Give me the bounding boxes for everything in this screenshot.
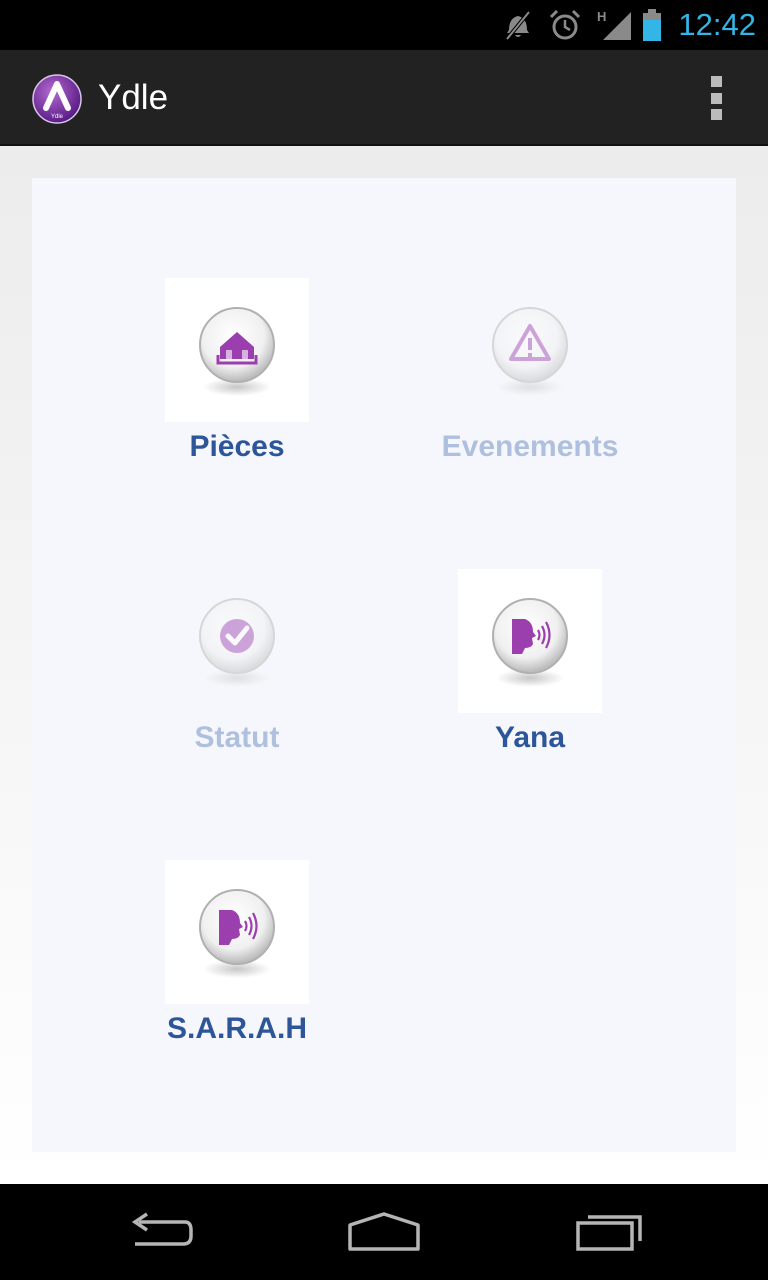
logo-text: Ydle — [51, 114, 64, 120]
menu-item-statut[interactable]: Statut — [127, 569, 347, 769]
menu-item-icon-box — [165, 569, 309, 713]
speaking-head-icon — [199, 889, 275, 978]
battery-icon — [638, 0, 666, 50]
menu-item-sarah[interactable]: S.A.R.A.H — [127, 860, 347, 1060]
menu-item-label: Pièces — [189, 430, 285, 463]
mute-icon — [500, 0, 536, 50]
speaking-head-icon — [492, 598, 568, 687]
menu-item-icon-box — [458, 569, 602, 713]
network-type-label: H — [597, 9, 606, 24]
navigation-bar — [0, 1184, 768, 1280]
back-icon[interactable] — [100, 1202, 220, 1262]
ydle-logo-icon[interactable]: Ydle — [32, 74, 82, 124]
menu-panel: Pièces Evenements Statut Yana S.A.R.A.H — [32, 178, 736, 1152]
menu-item-label: Statut — [194, 721, 280, 754]
main-content: Pièces Evenements Statut Yana S.A.R.A.H — [0, 146, 768, 1184]
status-bar: H 12:42 — [0, 0, 768, 50]
menu-item-evenements[interactable]: Evenements — [420, 278, 640, 478]
warning-icon — [492, 307, 568, 396]
home-icon[interactable] — [324, 1202, 444, 1262]
menu-item-label: Yana — [494, 721, 566, 754]
menu-item-yana[interactable]: Yana — [420, 569, 640, 769]
menu-item-pieces[interactable]: Pièces — [127, 278, 347, 478]
recent-apps-icon[interactable] — [550, 1202, 670, 1262]
signal-icon: H — [594, 0, 634, 50]
alarm-icon — [546, 0, 584, 50]
overflow-menu-icon[interactable] — [704, 76, 728, 120]
menu-item-icon-box — [458, 278, 602, 422]
menu-item-label: S.A.R.A.H — [166, 1012, 307, 1045]
house-icon — [199, 307, 275, 396]
menu-item-icon-box — [165, 860, 309, 1004]
menu-item-icon-box — [165, 278, 309, 422]
status-time: 12:42 — [678, 7, 756, 42]
menu-item-label: Evenements — [441, 430, 619, 463]
app-title: Ydle — [98, 78, 169, 117]
checkmark-icon — [199, 598, 275, 687]
action-bar: Ydle Ydle — [0, 50, 768, 146]
